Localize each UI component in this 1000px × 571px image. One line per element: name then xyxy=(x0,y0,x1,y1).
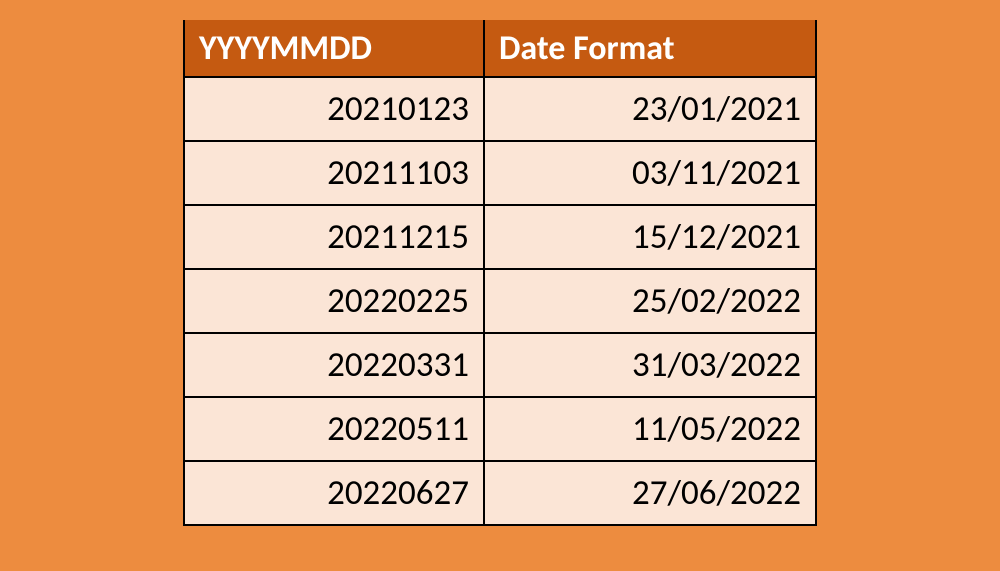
table-cell: 20220627 xyxy=(185,462,483,524)
table-cell: 20211215 xyxy=(185,206,483,268)
table-cell: 27/06/2022 xyxy=(485,462,815,524)
table-cell: 20220331 xyxy=(185,334,483,396)
table-cell: 11/05/2022 xyxy=(485,398,815,460)
table-cell: 20220511 xyxy=(185,398,483,460)
table-cell: 03/11/2021 xyxy=(485,142,815,204)
header-date-format: Date Format xyxy=(485,20,815,76)
table-cell: 20210123 xyxy=(185,78,483,140)
table-cell: 20220225 xyxy=(185,270,483,332)
table-cell: 25/02/2022 xyxy=(485,270,815,332)
header-yyyymmdd: YYYYMMDD xyxy=(185,20,483,76)
date-table: YYYYMMDD Date Format 20210123 23/01/2021… xyxy=(183,20,817,526)
table-cell: 15/12/2021 xyxy=(485,206,815,268)
table-cell: 31/03/2022 xyxy=(485,334,815,396)
table-cell: 20211103 xyxy=(185,142,483,204)
table-cell: 23/01/2021 xyxy=(485,78,815,140)
